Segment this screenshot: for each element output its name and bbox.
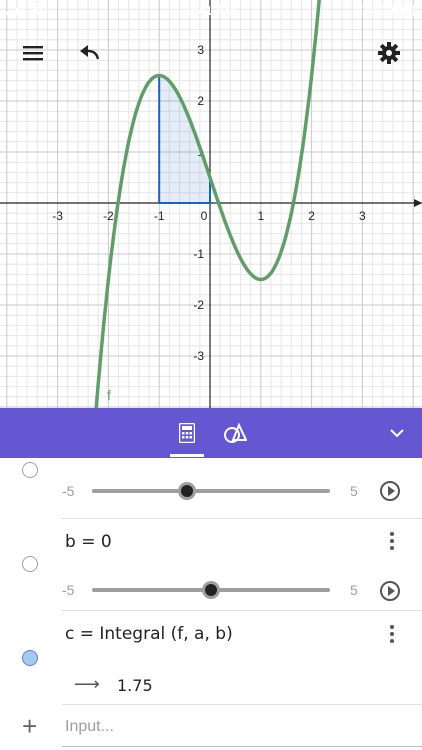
output-arrow-icon: ⟶ [74, 674, 100, 694]
x-tick-label: 1 [257, 209, 264, 223]
play-button-b[interactable] [380, 581, 400, 601]
kebab-dot [390, 625, 394, 629]
y-tick-label: 2 [197, 94, 204, 108]
chevron-down-icon [390, 429, 404, 438]
row-divider [62, 518, 422, 519]
more-menu-b[interactable] [382, 531, 402, 551]
status-bar: 9:41 AM 100% [0, 0, 422, 22]
menu-button[interactable] [15, 35, 51, 71]
input-underline [62, 746, 422, 747]
add-icon[interactable]: + [22, 713, 37, 739]
undo-icon [80, 45, 100, 60]
x-tick-label: -1 [154, 209, 165, 223]
battery-percent: 100% [352, 3, 386, 18]
kebab-dot [390, 639, 394, 643]
x-tick-label: 3 [359, 209, 366, 223]
expression-b[interactable]: b = 0 [65, 532, 112, 552]
x-tick-label: -2 [103, 209, 114, 223]
row-divider [62, 704, 422, 705]
undo-button[interactable] [72, 35, 108, 71]
battery-icon [390, 5, 414, 17]
x-axis-arrow [414, 199, 422, 207]
kebab-dot [390, 632, 394, 636]
tab-algebra[interactable] [170, 416, 204, 450]
settings-button[interactable] [371, 35, 407, 71]
visibility-toggle-b[interactable] [22, 556, 38, 572]
active-tab-indicator [170, 454, 204, 457]
output-value-c: 1.75 [117, 676, 153, 695]
x-tick-label: 2 [308, 209, 315, 223]
expression-c[interactable]: c = Integral (f, a, b) [65, 624, 233, 644]
algebra-view: -5 5 b = 0 -5 5 c = Integral (f, a, b) ⟶… [0, 458, 422, 750]
input-field[interactable]: Input... [65, 718, 114, 736]
y-tick-label: -3 [193, 349, 204, 363]
calculator-icon [179, 423, 195, 443]
slider-a-track[interactable] [92, 489, 330, 493]
visibility-toggle-c[interactable] [22, 650, 38, 666]
play-button-a[interactable] [380, 481, 400, 501]
y-tick-label: -2 [193, 298, 204, 312]
x-tick-label: -3 [52, 209, 63, 223]
slider-a-max: 5 [350, 483, 358, 499]
function-label: f [107, 387, 111, 403]
shapes-icon [224, 422, 247, 443]
gear-icon [378, 42, 400, 64]
slider-b-max: 5 [350, 582, 358, 598]
graph-canvas[interactable]: -3-2-10123 321-1-2-3 f [0, 0, 422, 408]
kebab-dot [390, 546, 394, 550]
slider-a-thumb[interactable] [178, 482, 197, 500]
graphics-view[interactable]: -3-2-10123 321-1-2-3 f [0, 0, 422, 408]
y-tick-label: 3 [197, 43, 204, 57]
row-divider [62, 610, 422, 611]
y-tick-label: -1 [193, 247, 204, 261]
more-menu-c[interactable] [382, 624, 402, 644]
view-toolbar [0, 408, 422, 458]
visibility-toggle-a[interactable] [22, 462, 38, 478]
row-a-marker [0, 458, 62, 518]
x-tick-label: 0 [201, 209, 208, 223]
slider-b-thumb[interactable] [202, 581, 220, 599]
slider-b-min: -5 [62, 582, 75, 598]
slider-a-min: -5 [62, 483, 75, 499]
kebab-dot [390, 539, 394, 543]
kebab-dot [390, 532, 394, 536]
tab-tools[interactable] [218, 416, 252, 450]
collapse-button[interactable] [380, 416, 414, 450]
hamburger-icon [23, 46, 43, 61]
